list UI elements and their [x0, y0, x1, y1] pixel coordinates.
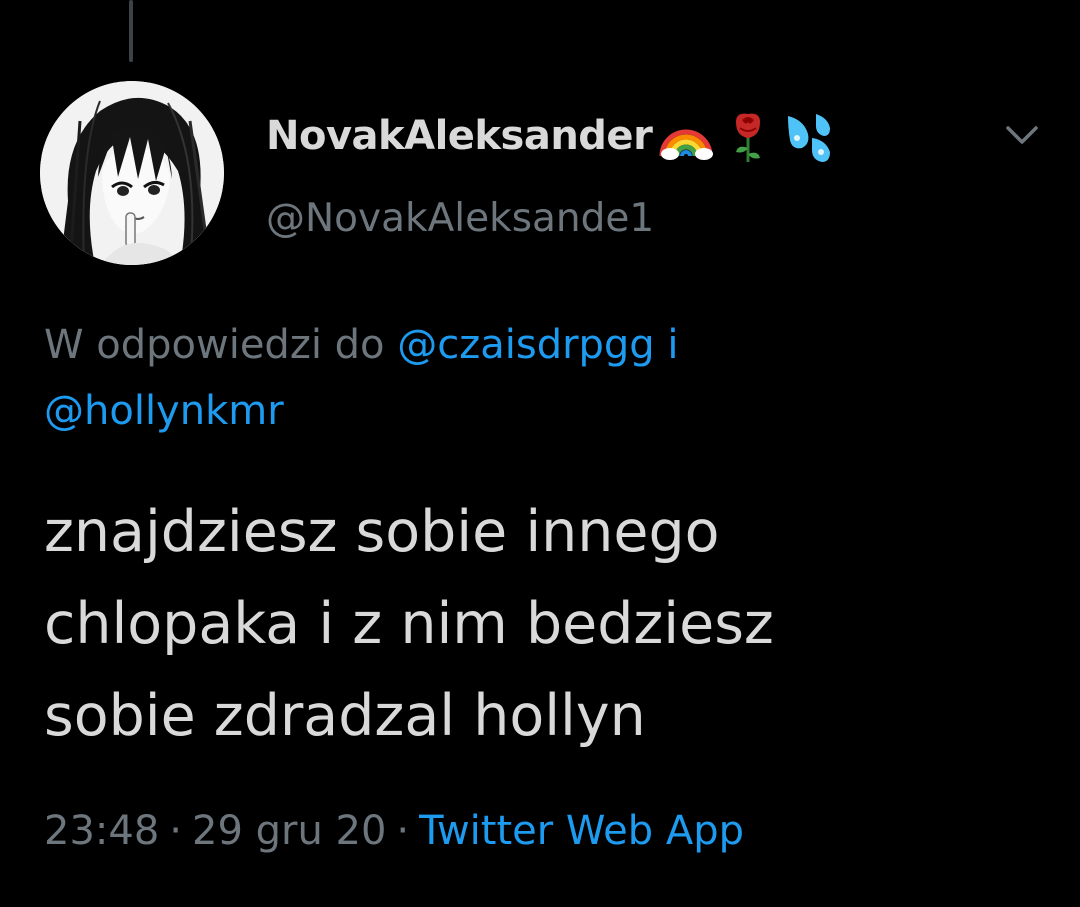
mention-link-hollynkmr[interactable]: @hollynkmr	[44, 388, 284, 434]
author-handle[interactable]: @NovakAleksande1	[266, 196, 654, 241]
avatar[interactable]	[40, 81, 224, 265]
tweet-time[interactable]: 23:48	[44, 808, 159, 854]
tweet-source-link[interactable]: Twitter Web App	[419, 808, 744, 854]
tweet-date[interactable]: 29 gru 20	[192, 808, 386, 854]
chevron-down-icon[interactable]	[1000, 116, 1044, 152]
tweet-meta: 23:48 · 29 gru 20 · Twitter Web App	[44, 798, 744, 864]
meta-separator: ·	[169, 808, 182, 854]
tweet-body: znajdziesz sobie innego chlopaka i z nim…	[44, 499, 774, 749]
rainbow-emoji	[658, 108, 714, 164]
reply-conjunction: i	[667, 322, 679, 368]
display-name[interactable]: NovakAleksander	[266, 113, 653, 159]
reply-context: W odpowiedzi do @czaisdrpgg i @hollynkmr	[44, 312, 1004, 444]
meta-separator: ·	[396, 808, 410, 854]
manga-avatar-image	[40, 81, 224, 265]
thread-connector-line	[129, 0, 133, 62]
author-name-row[interactable]: NovakAleksander	[266, 106, 838, 166]
mention-link-czaisdrpgg[interactable]: @czaisdrpgg	[397, 322, 654, 368]
sweat-droplets-emoji	[782, 108, 838, 164]
reply-prefix: W odpowiedzi do	[44, 322, 385, 368]
rose-emoji	[720, 108, 776, 164]
